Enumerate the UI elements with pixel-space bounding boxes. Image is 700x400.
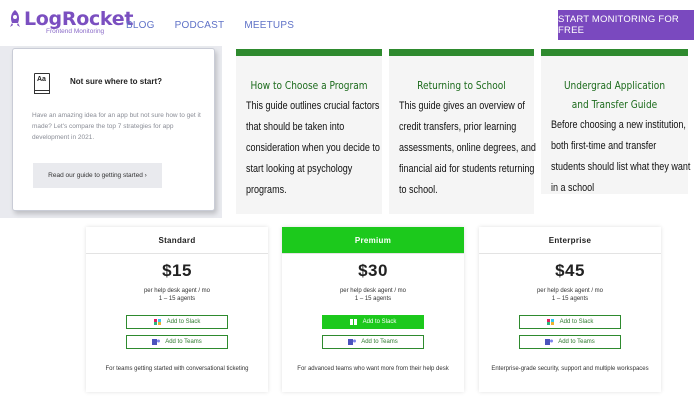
teams-icon xyxy=(348,339,357,345)
site-header: LogRocket Frontend Monitoring BLOG PODCA… xyxy=(0,0,700,48)
article-body: This guide gives an overview of credit t… xyxy=(399,100,536,196)
nav-blog[interactable]: BLOG xyxy=(126,20,155,31)
add-to-slack-button[interactable]: Add to Slack xyxy=(519,315,621,329)
article-card[interactable]: How to Choose a Program This guide outli… xyxy=(236,49,382,214)
main-nav: BLOG PODCAST MEETUPS xyxy=(126,20,294,31)
plan-premium: Premium $30 per help desk agent / mo 1 –… xyxy=(282,227,464,392)
logo-name: LogRocket xyxy=(24,8,134,30)
plan-price: $30 xyxy=(358,261,388,280)
article-body: This guide outlines crucial factors that… xyxy=(246,100,380,196)
read-guide-button[interactable]: Read our guide to getting started › xyxy=(33,163,162,188)
plan-enterprise: Enterprise $45 per help desk agent / mo … xyxy=(479,227,661,392)
getting-started-card: Aa Not sure where to start? Have an amaz… xyxy=(12,48,215,211)
plan-unit: per help desk agent / mo 1 – 15 agents xyxy=(143,288,211,302)
slack-icon xyxy=(153,319,162,325)
divider xyxy=(282,253,464,254)
plan-name: Standard xyxy=(158,235,196,245)
teams-icon xyxy=(545,339,554,345)
add-to-teams-button[interactable]: Add to Teams xyxy=(519,335,621,349)
add-to-teams-button[interactable]: Add to Teams xyxy=(322,335,424,349)
article-title: How to Choose a Program xyxy=(250,79,368,92)
plan-price: $45 xyxy=(555,261,585,280)
guide-title: Not sure where to start? xyxy=(70,77,163,86)
article-card[interactable]: Undergrad Application and Transfer Guide… xyxy=(541,49,690,194)
card-accent-bar xyxy=(389,49,534,56)
article-card[interactable]: Returning to School This guide gives an … xyxy=(389,49,536,214)
add-to-teams-button[interactable]: Add to Teams xyxy=(126,335,228,349)
start-monitoring-button[interactable]: START MONITORING FOR FREE xyxy=(558,10,694,40)
article-title: Undergrad Application and Transfer Guide xyxy=(563,79,666,111)
nav-podcast[interactable]: PODCAST xyxy=(175,20,225,31)
plan-name: Premium xyxy=(282,227,464,253)
plan-name: Enterprise xyxy=(548,235,592,245)
logrocket-logo[interactable]: LogRocket Frontend Monitoring xyxy=(8,9,133,35)
rocket-icon xyxy=(8,9,22,29)
plan-unit: per help desk agent / mo 1 – 15 agents xyxy=(536,288,604,302)
plan-description: Enterprise-grade security, support and m… xyxy=(491,366,649,372)
book-icon: Aa xyxy=(34,73,50,94)
divider xyxy=(86,253,268,254)
nav-meetups[interactable]: MEETUPS xyxy=(244,20,294,31)
plan-standard: Standard $15 per help desk agent / mo 1 … xyxy=(86,227,268,392)
guide-description: Have an amazing idea for an app but not … xyxy=(32,112,201,141)
plan-unit: per help desk agent / mo 1 – 15 agents xyxy=(339,288,407,302)
article-title: Returning to School xyxy=(417,79,506,92)
article-body: Before choosing a new institution, both … xyxy=(551,119,691,194)
add-to-slack-button[interactable]: Add to Slack xyxy=(126,315,228,329)
logo-subtitle: Frontend Monitoring xyxy=(46,28,105,35)
plan-description: For advanced teams who want more from th… xyxy=(297,366,449,372)
slack-icon xyxy=(349,319,358,325)
teams-icon xyxy=(152,339,161,345)
card-accent-bar xyxy=(541,49,688,56)
slack-icon xyxy=(546,319,555,325)
plan-price: $15 xyxy=(162,261,192,280)
plan-description: For teams getting started with conversat… xyxy=(105,366,249,372)
add-to-slack-button[interactable]: Add to Slack xyxy=(322,315,424,329)
card-accent-bar xyxy=(236,49,382,56)
divider xyxy=(479,253,661,254)
